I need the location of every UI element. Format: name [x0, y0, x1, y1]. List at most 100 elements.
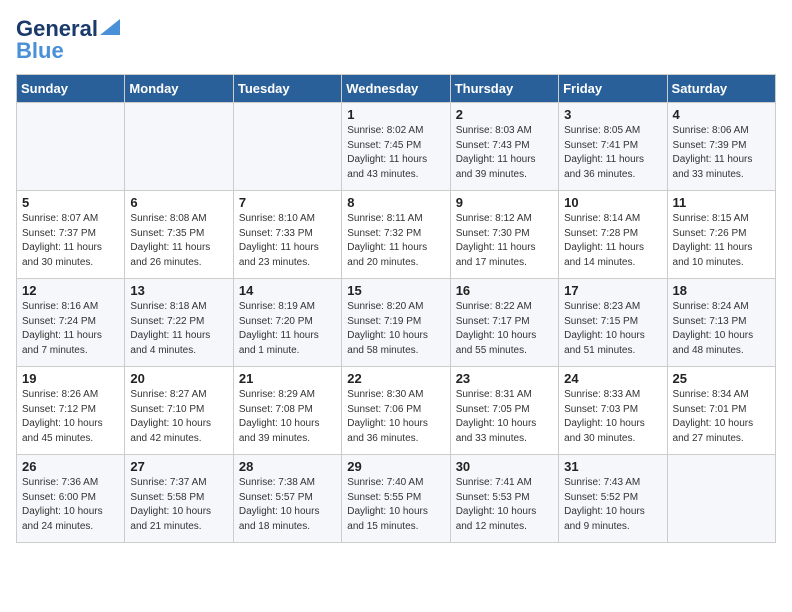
calendar-cell: 27 Sunrise: 7:37 AM Sunset: 5:58 PM Dayli…: [125, 455, 233, 543]
calendar-cell: 4 Sunrise: 8:06 AM Sunset: 7:39 PM Daylig…: [667, 103, 775, 191]
weekday-header-tuesday: Tuesday: [233, 75, 341, 103]
day-info: Sunrise: 8:10 AM Sunset: 7:33 PM Dayligh…: [239, 212, 336, 270]
calendar-cell: 21 Sunrise: 8:29 AM Sunset: 7:08 PM Dayli…: [233, 367, 341, 455]
calendar-cell: [125, 103, 233, 191]
calendar-cell: 25Sunrise: 8:34 AM Sunset: 7:01 PM Dayli…: [667, 367, 775, 455]
day-info: Sunrise: 8:16 AM Sunset: 7:24 PM Dayligh…: [22, 300, 119, 358]
day-number: 15: [347, 283, 444, 298]
day-info: Sunrise: 8:18 AM Sunset: 7:22 PM Dayligh…: [130, 300, 227, 358]
day-info: Sunrise: 7:41 AM Sunset: 5:53 PM Dayligh…: [456, 476, 553, 534]
calendar-cell: 13Sunrise: 8:18 AM Sunset: 7:22 PM Dayli…: [125, 279, 233, 367]
calendar-cell: 5Sunrise: 8:07 AM Sunset: 7:37 PM Daylig…: [17, 191, 125, 279]
logo: General Blue: [16, 16, 120, 64]
day-number: 28: [239, 459, 336, 474]
calendar-cell: 3 Sunrise: 8:05 AM Sunset: 7:41 PM Daylig…: [559, 103, 667, 191]
logo-blue: Blue: [16, 38, 64, 64]
day-number: 18: [673, 283, 770, 298]
calendar-cell: 15 Sunrise: 8:20 AM Sunset: 7:19 PM Dayli…: [342, 279, 450, 367]
day-info: Sunrise: 8:12 AM Sunset: 7:30 PM Dayligh…: [456, 212, 553, 270]
day-info: Sunrise: 7:36 AM Sunset: 6:00 PM Dayligh…: [22, 476, 119, 534]
calendar-cell: 18 Sunrise: 8:24 AM Sunset: 7:13 PM Dayli…: [667, 279, 775, 367]
day-number: 5: [22, 195, 119, 210]
calendar-cell: [667, 455, 775, 543]
calendar-cell: 19 Sunrise: 8:26 AM Sunset: 7:12 PM Dayli…: [17, 367, 125, 455]
calendar-cell: 17Sunrise: 8:23 AM Sunset: 7:15 PM Dayli…: [559, 279, 667, 367]
day-info: Sunrise: 8:03 AM Sunset: 7:43 PM Dayligh…: [456, 124, 553, 182]
calendar-week-2: 5Sunrise: 8:07 AM Sunset: 7:37 PM Daylig…: [17, 191, 776, 279]
day-info: Sunrise: 8:31 AM Sunset: 7:05 PM Dayligh…: [456, 388, 553, 446]
calendar-cell: 24 Sunrise: 8:33 AM Sunset: 7:03 PM Dayli…: [559, 367, 667, 455]
day-number: 14: [239, 283, 336, 298]
day-info: Sunrise: 8:23 AM Sunset: 7:15 PM Dayligh…: [564, 300, 661, 358]
calendar-cell: 30 Sunrise: 7:41 AM Sunset: 5:53 PM Dayli…: [450, 455, 558, 543]
calendar-cell: 26 Sunrise: 7:36 AM Sunset: 6:00 PM Dayli…: [17, 455, 125, 543]
day-info: Sunrise: 8:30 AM Sunset: 7:06 PM Dayligh…: [347, 388, 444, 446]
calendar-cell: 23 Sunrise: 8:31 AM Sunset: 7:05 PM Dayli…: [450, 367, 558, 455]
weekday-header-row: SundayMondayTuesdayWednesdayThursdayFrid…: [17, 75, 776, 103]
calendar-cell: [233, 103, 341, 191]
weekday-header-sunday: Sunday: [17, 75, 125, 103]
calendar-cell: 14 Sunrise: 8:19 AM Sunset: 7:20 PM Dayli…: [233, 279, 341, 367]
calendar-cell: [17, 103, 125, 191]
day-info: Sunrise: 8:24 AM Sunset: 7:13 PM Dayligh…: [673, 300, 770, 358]
day-info: Sunrise: 8:29 AM Sunset: 7:08 PM Dayligh…: [239, 388, 336, 446]
calendar-cell: 31Sunrise: 7:43 AM Sunset: 5:52 PM Dayli…: [559, 455, 667, 543]
weekday-header-friday: Friday: [559, 75, 667, 103]
calendar-week-4: 19 Sunrise: 8:26 AM Sunset: 7:12 PM Dayli…: [17, 367, 776, 455]
calendar-week-5: 26 Sunrise: 7:36 AM Sunset: 6:00 PM Dayli…: [17, 455, 776, 543]
day-number: 22: [347, 371, 444, 386]
weekday-header-saturday: Saturday: [667, 75, 775, 103]
day-number: 7: [239, 195, 336, 210]
day-info: Sunrise: 7:43 AM Sunset: 5:52 PM Dayligh…: [564, 476, 661, 534]
calendar-cell: 16 Sunrise: 8:22 AM Sunset: 7:17 PM Dayli…: [450, 279, 558, 367]
calendar-cell: 29Sunrise: 7:40 AM Sunset: 5:55 PM Dayli…: [342, 455, 450, 543]
day-info: Sunrise: 8:34 AM Sunset: 7:01 PM Dayligh…: [673, 388, 770, 446]
day-number: 3: [564, 107, 661, 122]
day-number: 9: [456, 195, 553, 210]
day-info: Sunrise: 8:08 AM Sunset: 7:35 PM Dayligh…: [130, 212, 227, 270]
calendar-cell: 8Sunrise: 8:11 AM Sunset: 7:32 PM Daylig…: [342, 191, 450, 279]
day-number: 2: [456, 107, 553, 122]
day-number: 30: [456, 459, 553, 474]
day-info: Sunrise: 7:37 AM Sunset: 5:58 PM Dayligh…: [130, 476, 227, 534]
day-number: 16: [456, 283, 553, 298]
day-number: 19: [22, 371, 119, 386]
calendar-cell: 9 Sunrise: 8:12 AM Sunset: 7:30 PM Daylig…: [450, 191, 558, 279]
calendar-cell: 20Sunrise: 8:27 AM Sunset: 7:10 PM Dayli…: [125, 367, 233, 455]
day-info: Sunrise: 8:19 AM Sunset: 7:20 PM Dayligh…: [239, 300, 336, 358]
day-number: 29: [347, 459, 444, 474]
day-number: 4: [673, 107, 770, 122]
calendar-cell: 6Sunrise: 8:08 AM Sunset: 7:35 PM Daylig…: [125, 191, 233, 279]
day-number: 12: [22, 283, 119, 298]
calendar-cell: 1 Sunrise: 8:02 AM Sunset: 7:45 PM Daylig…: [342, 103, 450, 191]
day-info: Sunrise: 8:05 AM Sunset: 7:41 PM Dayligh…: [564, 124, 661, 182]
calendar-week-1: 1 Sunrise: 8:02 AM Sunset: 7:45 PM Daylig…: [17, 103, 776, 191]
calendar-cell: 12 Sunrise: 8:16 AM Sunset: 7:24 PM Dayli…: [17, 279, 125, 367]
day-number: 11: [673, 195, 770, 210]
calendar-cell: 22 Sunrise: 8:30 AM Sunset: 7:06 PM Dayli…: [342, 367, 450, 455]
day-info: Sunrise: 8:26 AM Sunset: 7:12 PM Dayligh…: [22, 388, 119, 446]
day-info: Sunrise: 8:20 AM Sunset: 7:19 PM Dayligh…: [347, 300, 444, 358]
weekday-header-wednesday: Wednesday: [342, 75, 450, 103]
day-number: 23: [456, 371, 553, 386]
day-info: Sunrise: 7:38 AM Sunset: 5:57 PM Dayligh…: [239, 476, 336, 534]
day-number: 20: [130, 371, 227, 386]
day-info: Sunrise: 8:33 AM Sunset: 7:03 PM Dayligh…: [564, 388, 661, 446]
day-info: Sunrise: 8:06 AM Sunset: 7:39 PM Dayligh…: [673, 124, 770, 182]
calendar-cell: 28 Sunrise: 7:38 AM Sunset: 5:57 PM Dayli…: [233, 455, 341, 543]
calendar-table: SundayMondayTuesdayWednesdayThursdayFrid…: [16, 74, 776, 543]
day-number: 26: [22, 459, 119, 474]
day-info: Sunrise: 8:22 AM Sunset: 7:17 PM Dayligh…: [456, 300, 553, 358]
calendar-cell: 2 Sunrise: 8:03 AM Sunset: 7:43 PM Daylig…: [450, 103, 558, 191]
calendar-cell: 10Sunrise: 8:14 AM Sunset: 7:28 PM Dayli…: [559, 191, 667, 279]
day-info: Sunrise: 8:11 AM Sunset: 7:32 PM Dayligh…: [347, 212, 444, 270]
weekday-header-monday: Monday: [125, 75, 233, 103]
day-info: Sunrise: 8:02 AM Sunset: 7:45 PM Dayligh…: [347, 124, 444, 182]
day-number: 1: [347, 107, 444, 122]
page-header: General Blue: [16, 16, 776, 64]
day-info: Sunrise: 8:14 AM Sunset: 7:28 PM Dayligh…: [564, 212, 661, 270]
day-number: 27: [130, 459, 227, 474]
calendar-week-3: 12 Sunrise: 8:16 AM Sunset: 7:24 PM Dayli…: [17, 279, 776, 367]
day-number: 24: [564, 371, 661, 386]
day-number: 21: [239, 371, 336, 386]
